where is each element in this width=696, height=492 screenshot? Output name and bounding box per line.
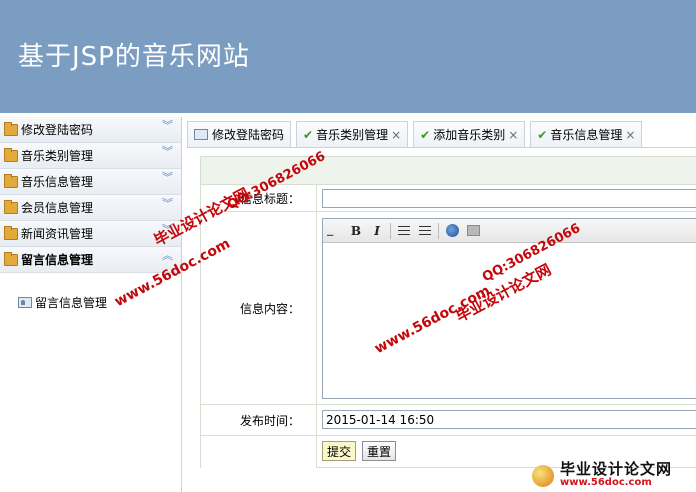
editor-toolbar: B I [323, 219, 696, 243]
italic-icon[interactable]: I [368, 222, 386, 240]
tab-label: 音乐类别管理 [316, 128, 389, 142]
sidebar-item-member-info[interactable]: 会员信息管理 ︾ [0, 195, 181, 221]
unordered-list-icon[interactable] [416, 222, 434, 240]
tab-change-password[interactable]: 修改登陆密码 [187, 121, 292, 147]
chevron-double-down-icon[interactable]: ︾ [162, 146, 173, 157]
chevron-double-down-icon[interactable]: ︾ [162, 120, 173, 131]
toolbar-divider [438, 222, 439, 239]
sidebar-item-messages[interactable]: 留言信息管理 ︽ [0, 247, 181, 273]
sidebar-item-change-password[interactable]: 修改登陆密码 ︾ [0, 117, 181, 143]
form-header-band [201, 157, 696, 185]
rich-text-editor[interactable]: ▁ B I [322, 218, 696, 399]
app-header: 基于JSP的音乐网站 [0, 0, 696, 113]
title-label: 信息标题： [201, 185, 317, 211]
folder-icon [4, 173, 18, 188]
content-label: 信息内容： [201, 212, 317, 404]
toolbar-divider [390, 222, 391, 239]
chevron-double-up-icon[interactable]: ︽ [162, 250, 173, 261]
user-card-icon [194, 129, 208, 140]
reset-button[interactable]: 重置 [362, 441, 397, 461]
form-row-title: 信息标题： [201, 185, 696, 212]
check-icon: ✔ [537, 127, 548, 142]
folder-icon [4, 121, 18, 136]
footer-site-name: 毕业设计论文网 [560, 460, 673, 478]
sidebar-item-label: 会员信息管理 [21, 201, 94, 215]
site-title: 基于JSP的音乐网站 [18, 42, 250, 72]
link-globe-icon[interactable] [443, 222, 461, 240]
message-form: 信息标题： 信息内容： ▁ B I 发布时间： 2015-01-14 16:50… [200, 156, 696, 468]
close-icon[interactable]: × [625, 128, 635, 142]
tab-music-category[interactable]: ✔ 音乐类别管理 × [296, 121, 409, 147]
ordered-list-icon[interactable] [395, 222, 413, 240]
tab-label: 修改登陆密码 [212, 128, 285, 142]
sidebar-item-label: 音乐信息管理 [21, 175, 94, 189]
user-card-icon [18, 297, 32, 308]
chevron-double-down-icon[interactable]: ︾ [162, 198, 173, 209]
tab-add-music-category[interactable]: ✔ 添加音乐类别 × [413, 121, 526, 147]
sidebar: 修改登陆密码 ︾ 音乐类别管理 ︾ 音乐信息管理 ︾ 会员信息管理 ︾ 新闻资讯… [0, 117, 182, 492]
chevron-double-down-icon[interactable]: ︾ [162, 172, 173, 183]
bold-icon[interactable]: B [347, 222, 365, 240]
folder-icon [4, 251, 18, 266]
sidebar-item-label: 修改登陆密码 [21, 123, 94, 137]
sidebar-item-label: 音乐类别管理 [21, 149, 94, 163]
title-input[interactable] [322, 189, 696, 208]
publish-time-input[interactable] [322, 410, 696, 429]
actions-label-cell [201, 436, 317, 468]
time-label: 发布时间： [201, 405, 317, 435]
footer-watermark-logo: 毕业设计论文网 www.56doc.com [532, 462, 692, 490]
sidebar-item-label: 留言信息管理 [21, 253, 94, 267]
folder-icon [4, 225, 18, 240]
chevron-double-down-icon[interactable]: ︾ [162, 224, 173, 235]
tab-music-info[interactable]: ✔ 音乐信息管理 × [530, 121, 643, 147]
form-row-content: 信息内容： ▁ B I [201, 212, 696, 405]
sidebar-item-news[interactable]: 新闻资讯管理 ︾ [0, 221, 181, 247]
logo-mark-icon [532, 465, 554, 487]
tab-label: 添加音乐类别 [433, 128, 506, 142]
close-icon[interactable]: × [391, 128, 401, 142]
sidebar-subitem-label: 留言信息管理 [35, 296, 108, 310]
footer-site-url: www.56doc.com [560, 477, 652, 488]
tab-bar: 修改登陆密码 ✔ 音乐类别管理 × ✔ 添加音乐类别 × ✔ 音乐信息管理 × [187, 121, 696, 148]
check-icon: ✔ [420, 127, 431, 142]
close-icon[interactable]: × [508, 128, 518, 142]
tab-label: 音乐信息管理 [550, 128, 623, 142]
collapse-toolbar-icon[interactable]: ▁ [327, 227, 333, 236]
sidebar-item-label: 新闻资讯管理 [21, 227, 94, 241]
submit-button[interactable]: 提交 [322, 441, 357, 461]
sidebar-item-music-info[interactable]: 音乐信息管理 ︾ [0, 169, 181, 195]
folder-icon [4, 147, 18, 162]
image-icon[interactable] [464, 222, 482, 240]
sidebar-item-music-category[interactable]: 音乐类别管理 ︾ [0, 143, 181, 169]
form-row-time: 发布时间： [201, 405, 696, 436]
sidebar-subitem-messages[interactable]: 留言信息管理 [18, 294, 107, 311]
folder-icon [4, 199, 18, 214]
check-icon: ✔ [303, 127, 314, 142]
